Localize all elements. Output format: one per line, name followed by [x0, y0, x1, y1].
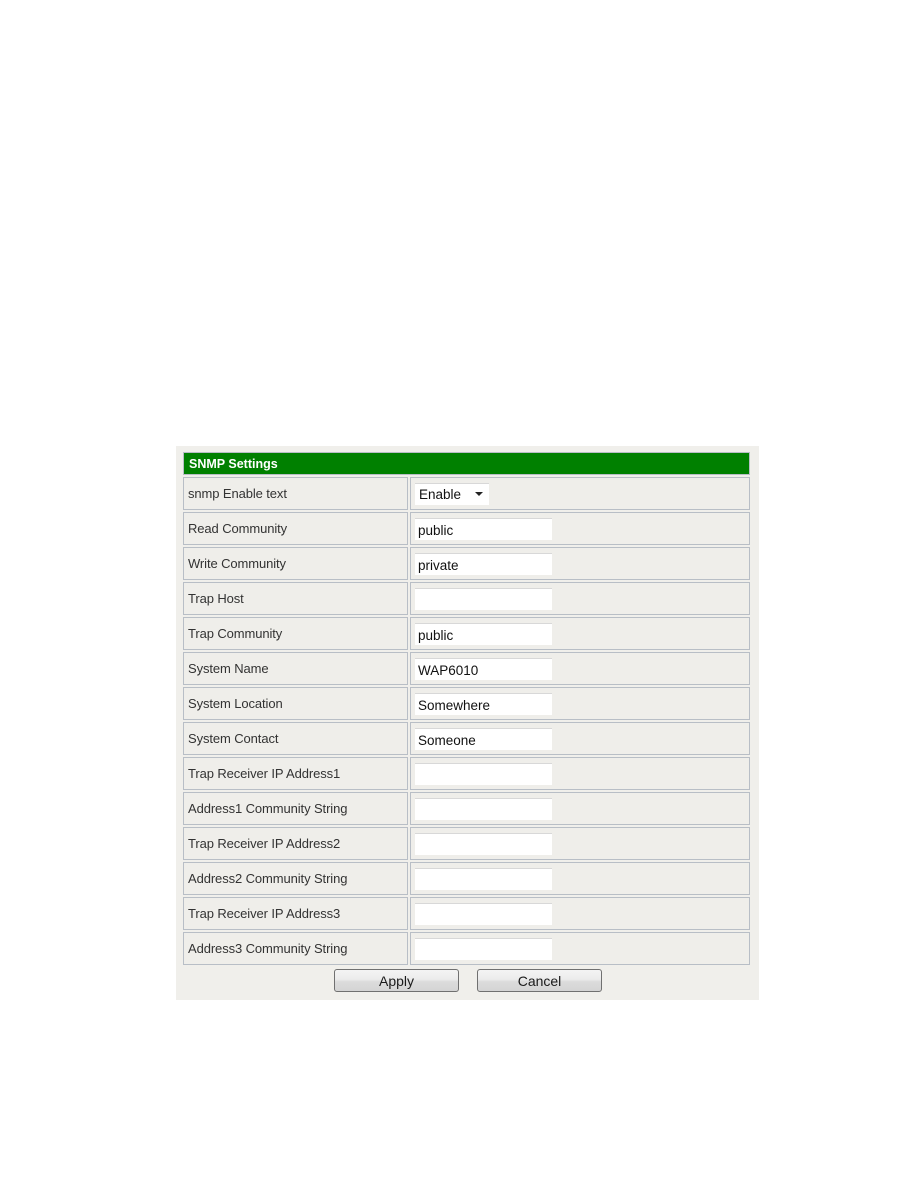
field-label: Address3 Community String — [183, 932, 408, 965]
read-community-input[interactable] — [415, 517, 552, 540]
field-label: Trap Receiver IP Address1 — [183, 757, 408, 790]
field-label: System Contact — [183, 722, 408, 755]
field-label: Trap Receiver IP Address3 — [183, 897, 408, 930]
snmp-enable-selected-value: Enable — [419, 486, 462, 502]
snmp-enable-select[interactable]: Enable — [415, 482, 489, 505]
table-row-system-contact: System Contact — [183, 722, 750, 755]
field-label: Trap Host — [183, 582, 408, 615]
field-label: System Name — [183, 652, 408, 685]
table-row-write-community: Write Community — [183, 547, 750, 580]
snmp-settings-table: SNMP Settings snmp Enable text Enable Re… — [181, 450, 752, 967]
table-row-trap-receiver-ip-2: Trap Receiver IP Address2 — [183, 827, 750, 860]
table-row-address3-community: Address3 Community String — [183, 932, 750, 965]
field-label: Trap Community — [183, 617, 408, 650]
table-row-address1-community: Address1 Community String — [183, 792, 750, 825]
field-label: Address1 Community String — [183, 792, 408, 825]
table-row-trap-receiver-ip-3: Trap Receiver IP Address3 — [183, 897, 750, 930]
chevron-down-icon — [475, 492, 483, 496]
apply-button[interactable]: Apply — [334, 969, 459, 992]
table-row-system-name: System Name — [183, 652, 750, 685]
field-label: System Location — [183, 687, 408, 720]
trap-receiver-ip-2-input[interactable] — [415, 832, 552, 855]
table-row-address2-community: Address2 Community String — [183, 862, 750, 895]
address1-community-input[interactable] — [415, 797, 552, 820]
trap-host-input[interactable] — [415, 587, 552, 610]
field-label: snmp Enable text — [183, 477, 408, 510]
table-row-read-community: Read Community — [183, 512, 750, 545]
trap-community-input[interactable] — [415, 622, 552, 645]
system-location-input[interactable] — [415, 692, 552, 715]
field-label: Address2 Community String — [183, 862, 408, 895]
address2-community-input[interactable] — [415, 867, 552, 890]
snmp-settings-panel: SNMP Settings snmp Enable text Enable Re… — [176, 446, 759, 1000]
field-label: Read Community — [183, 512, 408, 545]
trap-receiver-ip-3-input[interactable] — [415, 902, 552, 925]
table-row-trap-receiver-ip-1: Trap Receiver IP Address1 — [183, 757, 750, 790]
field-label: Write Community — [183, 547, 408, 580]
trap-receiver-ip-1-input[interactable] — [415, 762, 552, 785]
table-header-row: SNMP Settings — [183, 452, 750, 475]
form-actions: Apply Cancel — [176, 969, 759, 993]
address3-community-input[interactable] — [415, 937, 552, 960]
table-row-system-location: System Location — [183, 687, 750, 720]
table-row-snmp-enable: snmp Enable text Enable — [183, 477, 750, 510]
field-label: Trap Receiver IP Address2 — [183, 827, 408, 860]
panel-title: SNMP Settings — [183, 452, 750, 475]
cancel-button[interactable]: Cancel — [477, 969, 602, 992]
table-row-trap-community: Trap Community — [183, 617, 750, 650]
system-name-input[interactable] — [415, 657, 552, 680]
write-community-input[interactable] — [415, 552, 552, 575]
table-row-trap-host: Trap Host — [183, 582, 750, 615]
system-contact-input[interactable] — [415, 727, 552, 750]
